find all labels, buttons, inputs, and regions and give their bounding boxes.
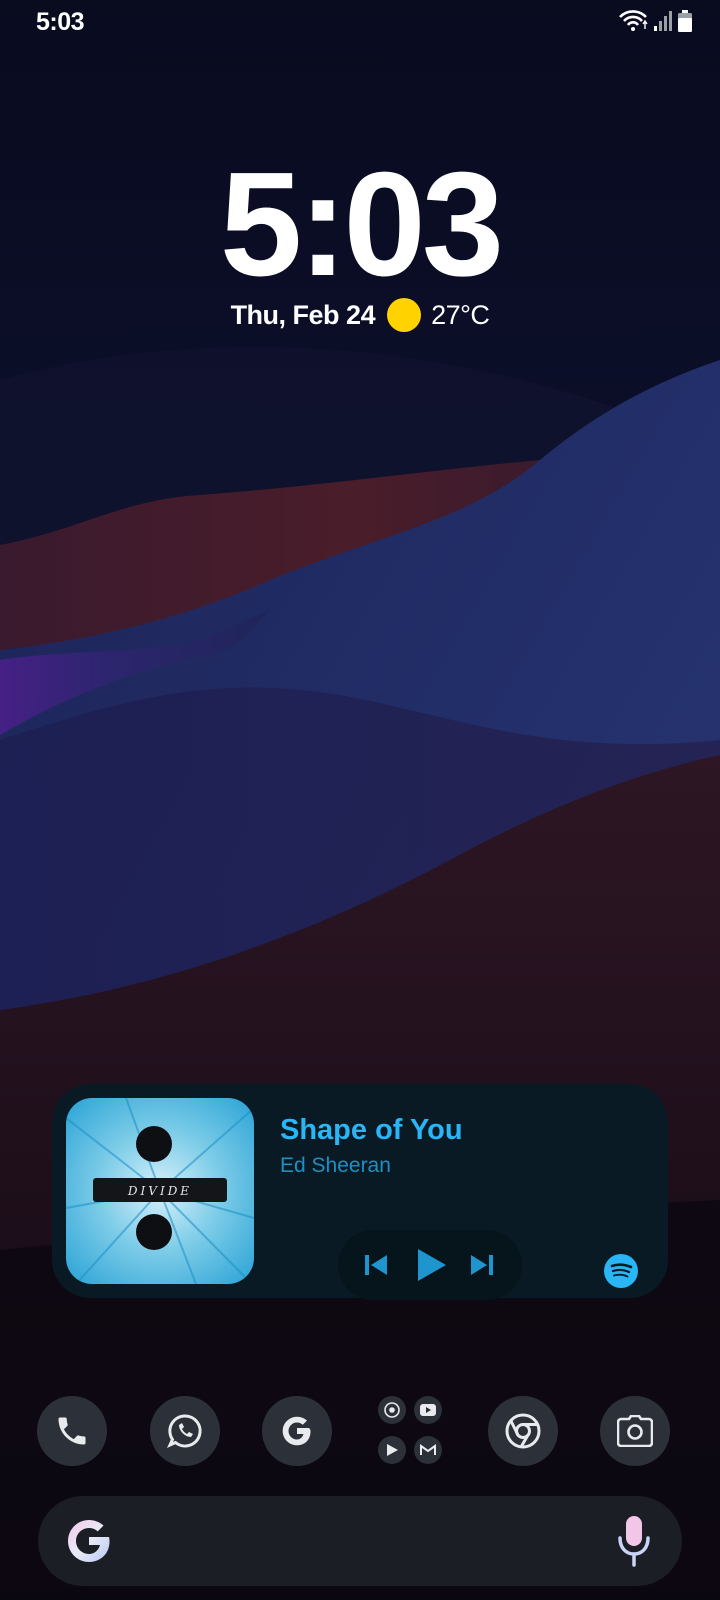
chrome-icon bbox=[505, 1413, 541, 1449]
spotify-icon[interactable] bbox=[604, 1254, 638, 1288]
date-label: Thu, Feb 24 bbox=[230, 299, 376, 330]
status-bar: 5:03 bbox=[0, 0, 720, 48]
play-button[interactable] bbox=[406, 1230, 456, 1300]
folder-icon[interactable] bbox=[376, 1396, 446, 1466]
camera-icon bbox=[617, 1415, 653, 1447]
mic-icon[interactable] bbox=[614, 1514, 654, 1568]
date-weather-row[interactable]: Thu, Feb 24 27°C bbox=[0, 298, 720, 332]
song-artist: Ed Sheeran bbox=[280, 1154, 391, 1177]
sun-icon bbox=[387, 298, 422, 332]
whatsapp-app[interactable] bbox=[150, 1396, 220, 1466]
phone-icon bbox=[58, 1417, 86, 1445]
next-button[interactable] bbox=[462, 1230, 502, 1300]
lockscreen-clock: 5:03 bbox=[219, 142, 504, 307]
youtube-icon bbox=[414, 1396, 442, 1424]
battery-icon bbox=[678, 10, 692, 32]
whatsapp-icon bbox=[166, 1414, 202, 1449]
media-player-widget[interactable]: DIVIDE Shape of You Ed Sheeran bbox=[52, 1084, 668, 1300]
chrome-icon bbox=[378, 1396, 406, 1424]
status-icons bbox=[618, 10, 692, 32]
phone-app[interactable] bbox=[37, 1396, 107, 1466]
album-art-image: DIVIDE bbox=[66, 1098, 254, 1284]
album-art[interactable]: DIVIDE bbox=[66, 1098, 254, 1284]
app-dock bbox=[0, 1396, 720, 1466]
album-art-text: DIVIDE bbox=[127, 1184, 192, 1198]
playback-controls bbox=[338, 1230, 522, 1300]
previous-button[interactable] bbox=[356, 1230, 396, 1300]
status-time: 5:03 bbox=[36, 8, 85, 36]
lock-screen: 5:03 5:03 Thu, Feb 24 27°C DIVIDE Shape … bbox=[0, 0, 720, 1600]
signal-icon bbox=[654, 11, 672, 31]
google-icon[interactable] bbox=[64, 1516, 114, 1566]
temperature-label: 27°C bbox=[431, 299, 490, 330]
gmail-icon bbox=[414, 1436, 442, 1464]
google-search-bar[interactable] bbox=[38, 1496, 682, 1586]
play-icon bbox=[418, 1249, 446, 1281]
chrome-app[interactable] bbox=[488, 1396, 558, 1466]
previous-icon bbox=[365, 1255, 387, 1275]
song-title: Shape of You bbox=[280, 1114, 463, 1146]
google-icon bbox=[282, 1416, 311, 1446]
camera-app[interactable] bbox=[600, 1396, 670, 1466]
google-app[interactable] bbox=[262, 1396, 332, 1466]
play-store-icon bbox=[378, 1436, 406, 1464]
next-icon bbox=[471, 1255, 493, 1275]
wifi-icon bbox=[619, 10, 648, 31]
